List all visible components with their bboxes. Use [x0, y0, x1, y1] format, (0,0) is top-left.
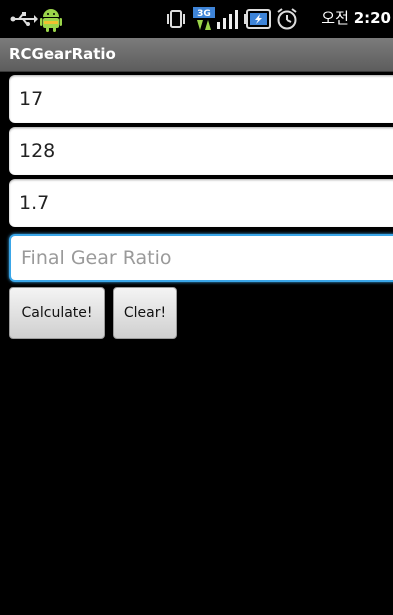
app-title: RCGearRatio — [9, 45, 116, 63]
pinion-gear-input[interactable]: 128 — [9, 127, 393, 175]
status-bar: 3G 오전 2:20 — [0, 0, 393, 38]
spur-gear-input[interactable]: 17 — [9, 75, 393, 123]
clock-time: 2:20 — [353, 9, 391, 27]
status-clock: 오전 2:20 — [321, 9, 391, 27]
svg-text:3G: 3G — [197, 9, 211, 19]
calculate-button[interactable]: Calculate! — [9, 287, 105, 339]
clock-ampm: 오전 — [321, 9, 349, 27]
3g-network-icon: 3G — [193, 7, 215, 30]
battery-icon — [244, 9, 271, 29]
internal-ratio-input[interactable]: 1.7 — [9, 179, 393, 227]
final-gear-ratio-field[interactable]: Final Gear Ratio — [9, 234, 393, 282]
clear-button[interactable]: Clear! — [113, 287, 177, 339]
app-title-bar: RCGearRatio — [0, 38, 393, 72]
signal-icon — [217, 10, 238, 29]
vibrate-icon — [167, 10, 185, 28]
alarm-icon — [277, 8, 297, 30]
usb-icon — [10, 12, 38, 26]
android-icon — [40, 9, 62, 32]
